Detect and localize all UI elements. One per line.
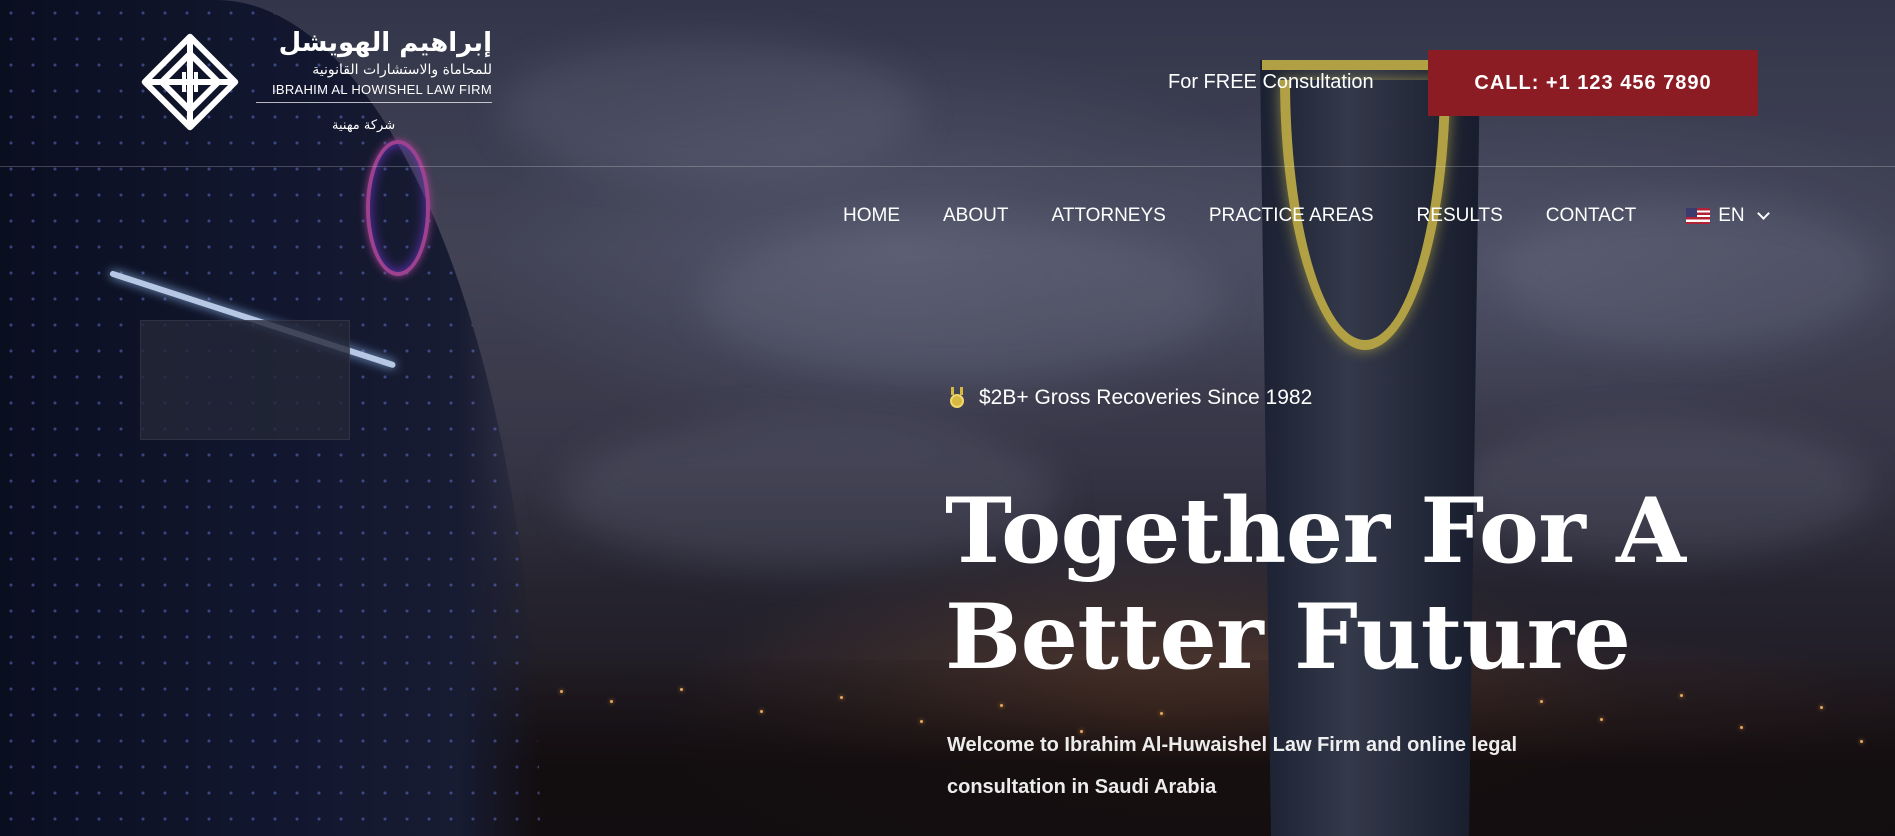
hero-title-line-2: Better Future — [945, 584, 1631, 690]
site-header: إبراهيم الهويشل للمحاماة والاستشارات الق… — [0, 0, 1895, 226]
call-button[interactable]: CALL: +1 123 456 7890 — [1428, 50, 1758, 116]
logo-arabic-name: إبراهيم الهويشل — [278, 28, 492, 58]
main-nav: HOME ABOUT ATTORNEYS PRACTICE AREAS RESU… — [843, 203, 1770, 229]
badge-text: $2B+ Gross Recoveries Since 1982 — [979, 386, 1313, 409]
us-flag-icon — [1686, 208, 1711, 224]
language-label: EN — [1718, 205, 1745, 226]
logo[interactable]: إبراهيم الهويشل للمحاماة والاستشارات الق… — [136, 26, 492, 136]
nav-item-contact[interactable]: CONTACT — [1546, 205, 1636, 227]
hero-subtitle: Welcome to Ibrahim Al-Huwaishel Law Firm… — [947, 734, 1518, 798]
header-divider — [0, 166, 1895, 167]
hero-title-line-1: Together For A — [945, 478, 1686, 584]
chevron-down-icon — [1756, 207, 1770, 220]
hero-title: Together For A Better Future — [945, 478, 1705, 690]
language-selector[interactable]: EN — [1686, 205, 1770, 227]
logo-arabic-tagline: شركة مهنية — [332, 118, 396, 133]
consultation-text: For FREE Consultation — [1168, 71, 1374, 93]
logo-knot-icon — [141, 33, 239, 131]
nav-item-about[interactable]: ABOUT — [943, 205, 1008, 227]
recoveries-badge: $2B+ Gross Recoveries Since 1982 — [947, 386, 1312, 410]
nav-item-practice-areas[interactable]: PRACTICE AREAS — [1209, 205, 1374, 227]
logo-divider — [256, 102, 492, 103]
nav-item-home[interactable]: HOME — [843, 205, 900, 227]
logo-arabic-subtitle: للمحاماة والاستشارات القانونية — [312, 62, 492, 78]
nav-item-results[interactable]: RESULTS — [1417, 205, 1503, 227]
logo-english-name: IBRAHIM AL HOWISHEL LAW FIRM — [271, 82, 492, 97]
medal-icon — [947, 387, 967, 409]
nav-item-attorneys[interactable]: ATTORNEYS — [1051, 205, 1165, 227]
